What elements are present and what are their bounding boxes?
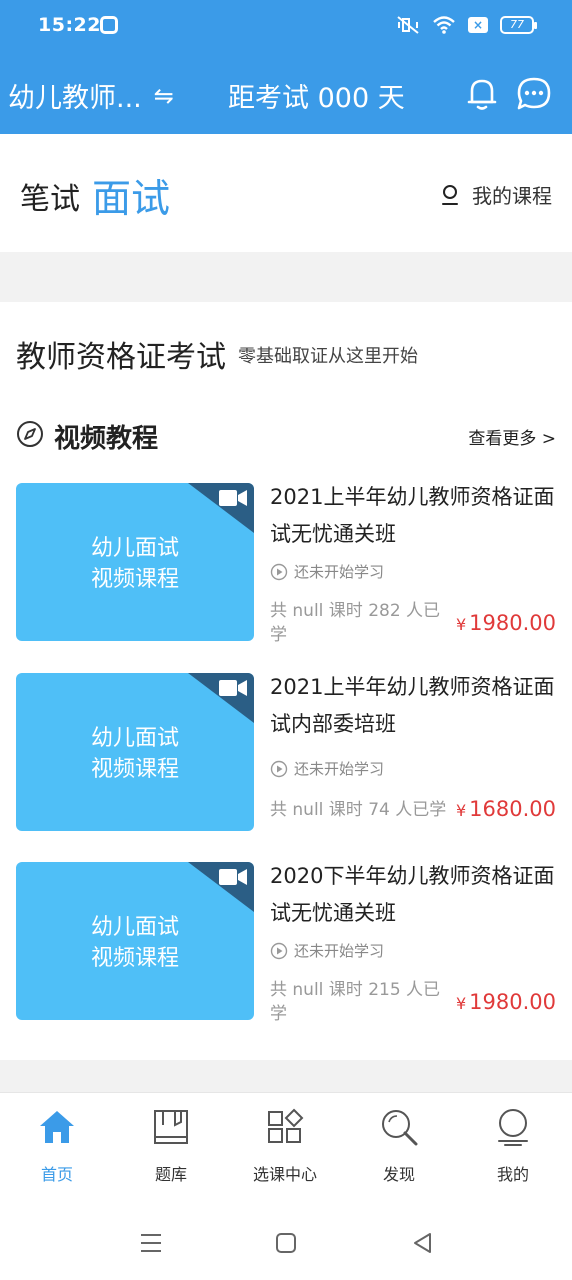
system-navigation-bar — [0, 1204, 572, 1280]
status-indicators: × 77 — [396, 14, 537, 36]
course-meta: 共 null 课时 215 人已学 — [270, 980, 441, 1024]
status-bar: 15:22 × 77 — [0, 0, 572, 52]
status-time: 15:22 — [38, 14, 101, 36]
nav-discover[interactable]: 发现 — [342, 1107, 456, 1187]
nav-home-label: 首页 — [40, 1165, 73, 1184]
battery-icon: 77 — [500, 16, 537, 34]
thumb-line-1: 幼儿面试 — [90, 726, 179, 751]
bottom-tab-bar: 首页 题库 选课中心 发现 我的 — [0, 1092, 572, 1204]
course-card[interactable]: 幼儿面试 视频课程 2021上半年幼儿教师资格证面试内部委培班 还未开始学习 共… — [16, 673, 556, 833]
app-header: 15:22 × 77 幼儿教师... ⇋ 距考试 000 天 — [0, 0, 572, 134]
nav-profile-label: 我的 — [496, 1165, 529, 1184]
study-status: 还未开始学习 — [270, 561, 384, 582]
video-camera-icon — [219, 680, 247, 696]
price-value: 1680.00 — [469, 797, 556, 821]
wifi-icon — [433, 16, 455, 34]
tab-written-exam[interactable]: 笔试 — [20, 174, 80, 218]
video-camera-icon — [219, 869, 247, 885]
nav-course-center[interactable]: 选课中心 — [228, 1107, 342, 1187]
chat-icon[interactable] — [514, 74, 554, 114]
course-price: ¥1980.00 — [456, 990, 556, 1014]
thumb-caption: 幼儿面试 视频课程 — [16, 533, 254, 595]
home-icon — [40, 1111, 74, 1143]
app-bar: 幼儿教师... ⇋ 距考试 000 天 — [0, 60, 572, 130]
exam-type-label: 幼儿教师... — [8, 83, 142, 114]
course-thumbnail[interactable]: 幼儿面试 视频课程 — [16, 673, 254, 831]
study-status-text: 还未开始学习 — [294, 760, 385, 778]
price-value: 1980.00 — [469, 611, 556, 635]
my-courses-label: 我的课程 — [472, 184, 552, 208]
course-thumbnail[interactable]: 幼儿面试 视频课程 — [16, 483, 254, 641]
study-status-text: 还未开始学习 — [294, 563, 385, 581]
nav-discover-label: 发现 — [382, 1165, 415, 1184]
thumb-line-1: 幼儿面试 — [90, 536, 179, 561]
cert-title: 教师资格证考试 — [16, 340, 226, 375]
discover-search-icon — [382, 1110, 418, 1146]
user-icon — [442, 184, 458, 205]
back-triangle-icon[interactable] — [410, 1230, 436, 1256]
menu-icon[interactable] — [138, 1230, 164, 1256]
video-camera-icon — [219, 490, 247, 506]
nav-question-bank-label: 题库 — [154, 1165, 187, 1184]
nav-question-bank[interactable]: 题库 — [114, 1107, 228, 1187]
see-more-link[interactable]: 查看更多 > — [468, 424, 556, 449]
course-meta: 共 null 课时 74 人已学 — [270, 800, 447, 820]
thumb-line-2: 视频课程 — [90, 567, 179, 592]
thumb-caption: 幼儿面试 视频课程 — [16, 912, 254, 974]
section-title: 视频教程 — [54, 424, 159, 454]
study-status-text: 还未开始学习 — [294, 942, 385, 960]
video-section-header: 视频教程 查看更多 > — [16, 418, 556, 454]
course-section: 教师资格证考试 零基础取证从这里开始 视频教程 查看更多 > 幼儿面试 视频课程… — [0, 302, 572, 1060]
sim-icon: × — [468, 17, 488, 33]
price-value: 1980.00 — [469, 990, 556, 1014]
bell-icon[interactable] — [462, 74, 502, 114]
exam-type-switcher[interactable]: 幼儿教师... ⇋ — [8, 76, 174, 115]
play-circle-icon — [270, 760, 288, 777]
nav-profile[interactable]: 我的 — [456, 1107, 570, 1187]
course-title[interactable]: 2021上半年幼儿教师资格证面试内部委培班 — [270, 669, 556, 743]
square-home-icon[interactable] — [273, 1230, 299, 1256]
thumb-line-2: 视频课程 — [90, 946, 179, 971]
currency-symbol: ¥ — [455, 994, 467, 1013]
course-title[interactable]: 2020下半年幼儿教师资格证面试无忧通关班 — [270, 858, 556, 932]
course-meta: 共 null 课时 282 人已学 — [270, 601, 441, 645]
nav-home[interactable]: 首页 — [0, 1107, 114, 1187]
question-bank-icon — [154, 1110, 188, 1144]
exam-countdown: 距考试 000 天 — [228, 83, 405, 114]
course-title[interactable]: 2021上半年幼儿教师资格证面试无忧通关班 — [270, 479, 556, 553]
study-status: 还未开始学习 — [270, 758, 384, 779]
currency-symbol: ¥ — [455, 615, 467, 634]
play-circle-icon — [270, 942, 288, 959]
my-courses-link[interactable]: 我的课程 — [440, 180, 552, 209]
study-status: 还未开始学习 — [270, 940, 384, 961]
course-price: ¥1680.00 — [456, 797, 556, 821]
swap-icon: ⇋ — [153, 81, 174, 110]
mode-tab-bar: 笔试 面试 我的课程 — [0, 134, 572, 252]
vibrate-mute-icon — [397, 16, 419, 34]
course-card[interactable]: 幼儿面试 视频课程 2020下半年幼儿教师资格证面试无忧通关班 还未开始学习 共… — [16, 862, 556, 1024]
thumb-caption: 幼儿面试 视频课程 — [16, 723, 254, 785]
course-price: ¥1980.00 — [456, 611, 556, 635]
compass-icon — [17, 421, 43, 447]
nav-course-center-label: 选课中心 — [252, 1165, 317, 1184]
play-circle-icon — [270, 563, 288, 580]
thumb-line-2: 视频课程 — [90, 757, 179, 782]
course-thumbnail[interactable]: 幼儿面试 视频课程 — [16, 862, 254, 1020]
tab-interview[interactable]: 面试 — [92, 168, 170, 224]
cert-subtitle: 零基础取证从这里开始 — [238, 346, 418, 367]
course-card[interactable]: 幼儿面试 视频课程 2021上半年幼儿教师资格证面试无忧通关班 还未开始学习 共… — [16, 483, 556, 645]
thumb-line-1: 幼儿面试 — [90, 915, 179, 940]
app-notification-icon — [100, 16, 118, 34]
profile-icon — [498, 1109, 528, 1146]
currency-symbol: ¥ — [455, 801, 467, 820]
course-center-icon — [268, 1108, 304, 1143]
